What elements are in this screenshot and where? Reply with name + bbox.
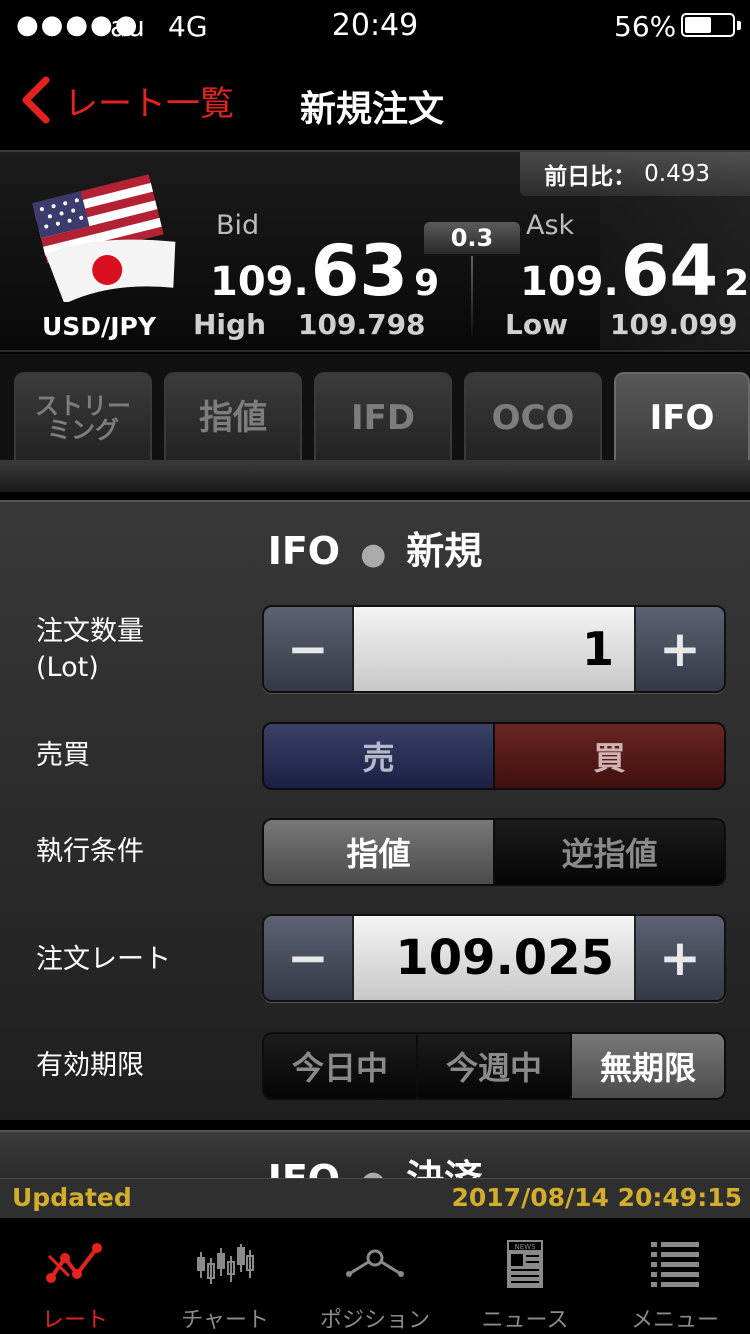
bid-price-big: 109. [210, 259, 309, 305]
order-rate-label: 注文レート [36, 944, 171, 975]
tab-limit[interactable]: 指値 [164, 372, 302, 462]
high-label: High [193, 308, 267, 341]
spread-divider [471, 256, 473, 336]
quantity-stepper: − 1 + [262, 605, 726, 693]
sell-button[interactable]: 売 [264, 724, 495, 788]
tabbar-rate-label: レート [41, 1308, 108, 1333]
quantity-plus-button[interactable]: + [636, 607, 724, 691]
expiry-week-button[interactable]: 今週中 [418, 1034, 572, 1098]
navigation-bar: レート一覧 新規注文 [0, 50, 750, 152]
daily-change-value: 0.493 [644, 161, 710, 187]
daily-change: 前日比： 0.493 [520, 152, 750, 196]
tabbar-news-label: ニュース [481, 1308, 569, 1333]
order-form-card [0, 500, 750, 1120]
candlestick-icon [197, 1244, 254, 1284]
tab-streaming[interactable]: ストリー ミング [14, 372, 152, 462]
position-icon [346, 1249, 404, 1277]
execution-label: 執行条件 [36, 836, 144, 867]
quantity-minus-button[interactable]: − [264, 607, 352, 691]
bid-price[interactable]: 109. 63 9 [210, 230, 439, 312]
execution-selector: 指値 逆指値 [262, 818, 726, 886]
bottom-tab-bar: レート チャート ポジション NEWS ニュース メニュー [0, 1218, 750, 1334]
bullet-icon: ● [360, 537, 387, 572]
tab-ifd[interactable]: IFD [314, 372, 452, 462]
tabbar-menu-label: メニュー [630, 1308, 719, 1333]
order-rate-stepper: − 109.025 + [262, 914, 726, 1002]
rate-panel: 前日比： 0.493 USD/JPY Bid 109. 63 9 0.3 Ask [0, 152, 750, 352]
order-rate-field[interactable]: 109.025 [352, 916, 636, 1000]
high-value: 109.798 [298, 308, 426, 341]
battery-percentage: 56% [614, 10, 677, 43]
tabbar-position-label: ポジション [319, 1308, 430, 1333]
low-label: Low [505, 308, 568, 341]
bid-price-fraction: 9 [414, 263, 440, 304]
updated-label: Updated [12, 1183, 132, 1212]
page-title: 新規注文 [300, 89, 445, 130]
settlement-card: IFO●決済 [0, 1130, 750, 1180]
tabbar-menu[interactable]: メニュー [600, 1218, 750, 1334]
tabbar-chart-label: チャート [181, 1308, 269, 1333]
bid-price-pips: 63 [310, 230, 409, 312]
tabbar-position[interactable]: ポジション [300, 1218, 450, 1334]
news-icon: NEWS [507, 1240, 543, 1288]
buy-button[interactable]: 買 [495, 724, 724, 788]
tabbar-rate[interactable]: レート [0, 1218, 150, 1334]
tabbar-news[interactable]: NEWS ニュース [450, 1218, 600, 1334]
expiry-none-button[interactable]: 無期限 [572, 1034, 724, 1098]
tab-oco[interactable]: OCO [464, 372, 602, 462]
tab-ifo[interactable]: IFO [614, 372, 750, 462]
back-button[interactable]: レート一覧 [18, 74, 234, 126]
side-selector: 売 買 [262, 722, 726, 790]
stop-order-button[interactable]: 逆指値 [495, 820, 724, 884]
ask-price-fraction: 2 [724, 263, 750, 304]
limit-order-button[interactable]: 指値 [264, 820, 495, 884]
side-label: 売買 [36, 740, 90, 771]
low-value: 109.099 [610, 308, 738, 341]
daily-change-label: 前日比： [544, 164, 637, 190]
ask-price[interactable]: 109. 64 2 [520, 230, 749, 312]
status-bar: ●●●●● au 4G 20:49 56% [0, 0, 750, 50]
chevron-left-icon [22, 76, 50, 124]
order-type-tabs: ストリー ミング 指値 IFD OCO IFO [0, 354, 750, 462]
tabbar-chart[interactable]: チャート [150, 1218, 300, 1334]
rate-chart-icon [46, 1243, 102, 1283]
ask-price-big: 109. [520, 259, 619, 305]
rate-plus-button[interactable]: + [636, 916, 724, 1000]
battery-icon [681, 13, 741, 37]
tab-streaming-label: ストリー ミング [35, 392, 131, 444]
ask-price-pips: 64 [620, 230, 719, 312]
quantity-label: 注文数量 (Lot) [36, 616, 144, 683]
svg-text:NEWS: NEWS [514, 1243, 536, 1251]
menu-list-icon [651, 1242, 699, 1287]
updated-bar: Updated 2017/08/14 20:49:15 [0, 1178, 750, 1218]
rate-minus-button[interactable]: − [264, 916, 352, 1000]
expiry-selector: 今日中 今週中 無期限 [262, 1032, 726, 1100]
battery-tip [737, 21, 741, 30]
expiry-label: 有効期限 [36, 1050, 144, 1081]
tab-divider [0, 460, 750, 492]
usd-jpy-flags-icon [32, 174, 176, 302]
updated-timestamp: 2017/08/14 20:49:15 [451, 1183, 743, 1212]
quantity-field[interactable]: 1 [352, 607, 636, 691]
back-button-label: レート一覧 [64, 83, 234, 124]
settlement-section-title: IFO●決済 [0, 1148, 750, 1180]
battery-fill [685, 17, 711, 33]
currency-pair: USD/JPY [42, 312, 156, 341]
expiry-today-button[interactable]: 今日中 [264, 1034, 418, 1098]
section-title: IFO ● 新規 [267, 529, 483, 573]
spread-value: 0.3 [424, 222, 520, 254]
